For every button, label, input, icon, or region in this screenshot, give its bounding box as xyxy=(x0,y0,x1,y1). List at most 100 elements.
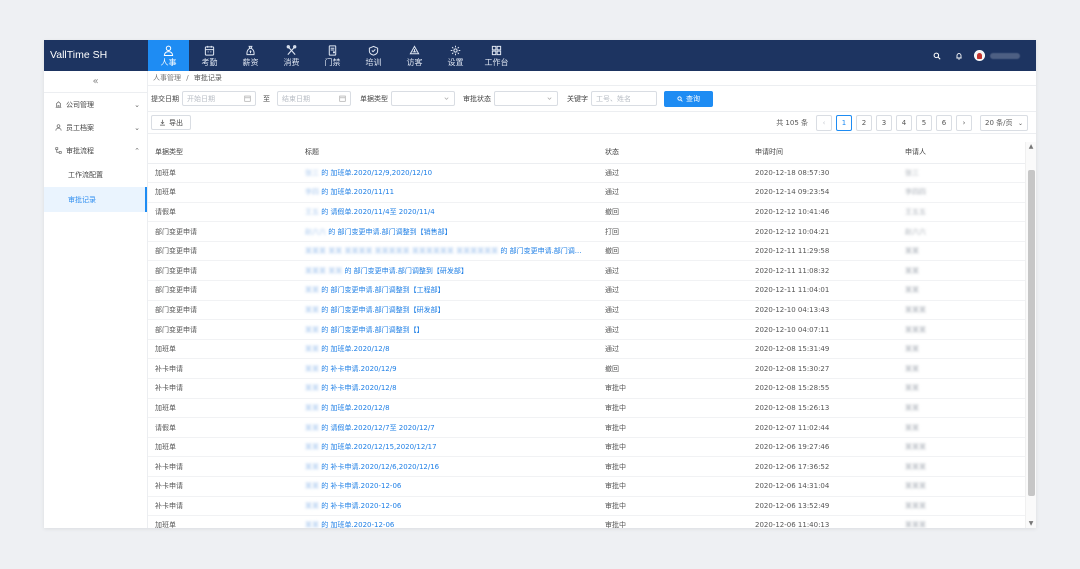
table-row[interactable]: 加班单 某某 的 加班单.2020/12/8 审批中 2020-12-08 15:26… xyxy=(148,398,1025,419)
page-4-button[interactable]: 4 xyxy=(896,115,912,131)
nav-item-access[interactable]: 门禁 xyxy=(312,40,353,71)
sidebar-item-workflow-config[interactable]: 工作流配置 xyxy=(44,162,147,187)
nav-item-attendance[interactable]: 考勤 xyxy=(189,40,230,71)
cell-title[interactable]: 某某 的 部门变更申请.部门调整到【工程部】 xyxy=(298,280,598,301)
table-row[interactable]: 补卡申请 某某 的 补卡申请.2020/12/6,2020/12/16 审批中 202… xyxy=(148,456,1025,477)
title-link-text[interactable]: 的 请假单.2020/11/4至 2020/11/4 xyxy=(319,208,434,216)
cell-title[interactable]: 某某 的 补卡申请.2020-12-06 xyxy=(298,476,598,497)
column-header-status[interactable]: 状态 xyxy=(598,142,748,164)
status-select[interactable] xyxy=(494,91,558,106)
table-row[interactable]: 补卡申请 某某 的 补卡申请.2020-12-06 审批中 2020-12-06 13… xyxy=(148,496,1025,517)
breadcrumb-root[interactable]: 人事管理 xyxy=(153,74,181,82)
page-5-button[interactable]: 5 xyxy=(916,115,932,131)
table-row[interactable]: 加班单 某某 的 加班单.2020/12/8 通过 2020-12-08 15:31:… xyxy=(148,339,1025,360)
title-link-text[interactable]: 的 部门变更申请.部门调... xyxy=(498,247,581,255)
export-button[interactable]: 导出 xyxy=(151,115,191,130)
sidebar-collapse-button[interactable]: « xyxy=(44,71,147,93)
table-row[interactable]: 部门变更申请 赵六六 的 部门变更申请.部门调整到【销售部】 打回 2020-12-1… xyxy=(148,221,1025,242)
table-row[interactable]: 加班单 某某 的 加班单.2020-12-06 审批中 2020-12-06 11:4… xyxy=(148,515,1025,528)
title-link-text[interactable]: 的 加班单.2020/12/9,2020/12/10 xyxy=(319,169,432,177)
title-link-text[interactable]: 的 请假单.2020/12/7至 2020/12/7 xyxy=(319,424,434,432)
column-header-type[interactable]: 单据类型 xyxy=(148,142,298,164)
scrollbar-thumb[interactable] xyxy=(1028,170,1035,496)
nav-item-visitor[interactable]: 访客 xyxy=(394,40,435,71)
title-link-text[interactable]: 的 补卡申请.2020/12/6,2020/12/16 xyxy=(319,463,439,471)
table-row[interactable]: 请假单 王五 的 请假单.2020/11/4至 2020/11/4 撤回 2020-1… xyxy=(148,202,1025,223)
title-link-text[interactable]: 的 补卡申请.2020/12/8 xyxy=(319,384,396,392)
title-link-text[interactable]: 的 补卡申请.2020-12-06 xyxy=(319,482,401,490)
cell-title[interactable]: 某某 的 加班单.2020/12/8 xyxy=(298,398,598,419)
search-button[interactable]: 查询 xyxy=(664,90,713,107)
page-size-select[interactable]: 20 条/页 ⌄ xyxy=(980,115,1028,131)
cell-title[interactable]: 某某 的 部门变更申请.部门调整到【】 xyxy=(298,319,598,340)
table-row[interactable]: 部门变更申请 某某 的 部门变更申请.部门调整到【研发部】 通过 2020-12-10… xyxy=(148,300,1025,321)
title-link-text[interactable]: 的 部门变更申请.部门调整到【研发部】 xyxy=(342,267,467,275)
avatar[interactable] xyxy=(974,50,985,61)
column-header-title[interactable]: 标题 xyxy=(298,142,598,164)
column-header-applicant[interactable]: 申请人 xyxy=(898,142,1025,164)
cell-title[interactable]: 某某 的 加班单.2020-12-06 xyxy=(298,515,598,528)
sidebar-item-employee[interactable]: 员工档案 ⌄ xyxy=(44,116,147,139)
cell-title[interactable]: 某某 的 加班单.2020/12/15,2020/12/17 xyxy=(298,437,598,458)
table-row[interactable]: 加班单 某某 的 加班单.2020/12/15,2020/12/17 审批中 2020… xyxy=(148,437,1025,458)
title-link-text[interactable]: 的 加班单.2020/12/8 xyxy=(319,345,389,353)
cell-title[interactable]: 某某 的 补卡申请.2020-12-06 xyxy=(298,496,598,517)
nav-item-consumption[interactable]: 消费 xyxy=(271,40,312,71)
title-link-text[interactable]: 的 部门变更申请.部门调整到【销售部】 xyxy=(326,228,451,236)
start-date-input[interactable]: 开始日期 xyxy=(182,91,256,106)
end-date-input[interactable]: 结束日期 xyxy=(277,91,351,106)
notification-button[interactable] xyxy=(948,40,970,71)
cell-title[interactable]: 赵六六 的 部门变更申请.部门调整到【销售部】 xyxy=(298,221,598,242)
title-link-text[interactable]: 的 加班单.2020/12/8 xyxy=(319,404,389,412)
cell-title[interactable]: 某某 的 补卡申请.2020/12/6,2020/12/16 xyxy=(298,456,598,477)
table-row[interactable]: 请假单 某某 的 请假单.2020/12/7至 2020/12/7 审批中 2020-… xyxy=(148,417,1025,438)
table-row[interactable]: 部门变更申请 某某某 某某 某某某某 某某某某某 某某某某某某 某某某某某某 的 … xyxy=(148,241,1025,262)
title-link-text[interactable]: 的 部门变更申请.部门调整到【研发部】 xyxy=(319,306,444,314)
global-search-button[interactable] xyxy=(926,40,948,71)
cell-title[interactable]: 某某 的 补卡申请.2020/12/8 xyxy=(298,378,598,399)
table-row[interactable]: 部门变更申请 某某 的 部门变更申请.部门调整到【】 通过 2020-12-10 04… xyxy=(148,319,1025,340)
table-row[interactable]: 加班单 李四 的 加班单.2020/11/11 通过 2020-12-14 09:23… xyxy=(148,182,1025,203)
sidebar-item-workflow[interactable]: 审批流程 ⌃ xyxy=(44,139,147,162)
page-2-button[interactable]: 2 xyxy=(856,115,872,131)
cell-title[interactable]: 王五 的 请假单.2020/11/4至 2020/11/4 xyxy=(298,202,598,223)
table-row[interactable]: 部门变更申请 某某 的 部门变更申请.部门调整到【工程部】 通过 2020-12-11… xyxy=(148,280,1025,301)
scroll-up-icon[interactable]: ▲ xyxy=(1026,142,1036,151)
cell-title[interactable]: 张三 的 加班单.2020/12/9,2020/12/10 xyxy=(298,163,598,184)
column-header-time[interactable]: 申请时间 xyxy=(748,142,898,164)
cell-title[interactable]: 某某某 某某 某某某某 某某某某某 某某某某某某 某某某某某某 的 部门变更申请… xyxy=(298,241,598,262)
cell-title[interactable]: 某某 的 部门变更申请.部门调整到【研发部】 xyxy=(298,300,598,321)
cell-title[interactable]: 某某 的 补卡申请.2020/12/9 xyxy=(298,358,598,380)
cell-title[interactable]: 某某 的 加班单.2020/12/8 xyxy=(298,339,598,360)
title-link-text[interactable]: 的 部门变更申请.部门调整到【】 xyxy=(319,326,423,334)
username-redacted[interactable] xyxy=(990,52,1020,59)
nav-item-hr[interactable]: 人事 xyxy=(148,40,189,71)
page-3-button[interactable]: 3 xyxy=(876,115,892,131)
doc-type-select[interactable] xyxy=(391,91,455,106)
sidebar-item-approval-records[interactable]: 审批记录 xyxy=(44,187,147,212)
table-scrollbar[interactable]: ▲ ▼ xyxy=(1025,142,1036,528)
next-page-button[interactable]: › xyxy=(956,115,972,131)
prev-page-button[interactable]: ‹ xyxy=(816,115,832,131)
table-row[interactable]: 部门变更申请 某某某 某某 的 部门变更申请.部门调整到【研发部】 通过 2020-1… xyxy=(148,260,1025,282)
table-row[interactable]: 加班单 张三 的 加班单.2020/12/9,2020/12/10 通过 2020-1… xyxy=(148,163,1025,184)
keyword-input[interactable]: 工号、姓名 xyxy=(591,91,657,106)
nav-item-workbench[interactable]: 工作台 xyxy=(476,40,517,71)
title-link-text[interactable]: 的 加班单.2020/11/11 xyxy=(319,188,394,196)
title-link-text[interactable]: 的 加班单.2020/12/15,2020/12/17 xyxy=(319,443,436,451)
title-link-text[interactable]: 的 补卡申请.2020-12-06 xyxy=(319,502,401,510)
page-1-button[interactable]: 1 xyxy=(836,115,852,131)
page-6-button[interactable]: 6 xyxy=(936,115,952,131)
table-row[interactable]: 补卡申请 某某 的 补卡申请.2020/12/9 撤回 2020-12-08 15:3… xyxy=(148,358,1025,380)
title-link-text[interactable]: 的 部门变更申请.部门调整到【工程部】 xyxy=(319,286,444,294)
sidebar-item-company[interactable]: 公司管理 ⌄ xyxy=(44,93,147,116)
nav-item-settings[interactable]: 设置 xyxy=(435,40,476,71)
scroll-down-icon[interactable]: ▼ xyxy=(1026,519,1036,528)
cell-title[interactable]: 某某某 某某 的 部门变更申请.部门调整到【研发部】 xyxy=(298,260,598,282)
title-link-text[interactable]: 的 补卡申请.2020/12/9 xyxy=(319,365,396,373)
title-link-text[interactable]: 的 加班单.2020-12-06 xyxy=(319,521,394,528)
table-row[interactable]: 补卡申请 某某 的 补卡申请.2020-12-06 审批中 2020-12-06 14… xyxy=(148,476,1025,497)
table-row[interactable]: 补卡申请 某某 的 补卡申请.2020/12/8 审批中 2020-12-08 15:… xyxy=(148,378,1025,399)
cell-title[interactable]: 某某 的 请假单.2020/12/7至 2020/12/7 xyxy=(298,417,598,438)
nav-item-training[interactable]: 培训 xyxy=(353,40,394,71)
